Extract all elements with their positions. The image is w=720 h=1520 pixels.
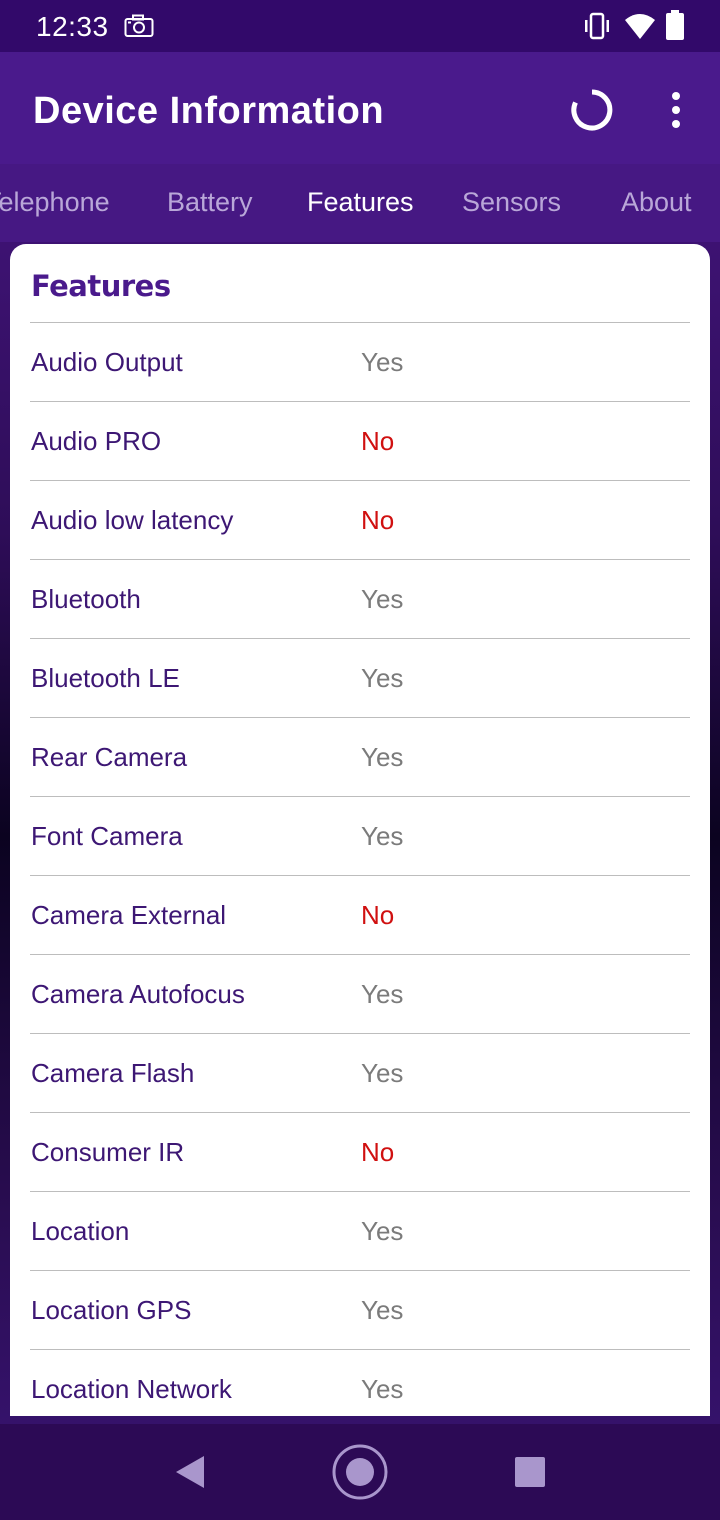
feature-row: Audio Output Yes	[10, 323, 710, 402]
feature-row: Location Yes	[10, 1192, 710, 1271]
feature-label: Camera Flash	[31, 1058, 195, 1088]
tab-telephone[interactable]: Telephone	[0, 184, 110, 220]
features-card: Features Audio Output Yes Audio PRO No A…	[10, 244, 710, 1416]
feature-row: Bluetooth LE Yes	[10, 639, 710, 718]
feature-row: Camera Autofocus Yes	[10, 955, 710, 1034]
feature-row: Audio PRO No	[10, 402, 710, 481]
app-bar: Device Information	[0, 52, 720, 164]
feature-label: Camera External	[31, 900, 227, 930]
feature-label: Bluetooth LE	[31, 663, 180, 693]
tab-features[interactable]: Features	[307, 184, 414, 220]
refresh-icon[interactable]	[568, 86, 616, 134]
tab-sensors[interactable]: Sensors	[462, 184, 561, 220]
status-bar: 12:33	[0, 0, 720, 52]
feature-value: No	[361, 505, 395, 535]
feature-label: Audio Output	[31, 347, 183, 377]
feature-row: Consumer IR No	[10, 1113, 710, 1192]
feature-value: No	[361, 1137, 395, 1167]
feature-label: Consumer IR	[31, 1137, 185, 1167]
tab-battery[interactable]: Battery	[167, 184, 253, 220]
tab-about[interactable]: About	[621, 184, 692, 220]
feature-label: Audio low latency	[31, 505, 234, 535]
feature-value: Yes	[361, 979, 404, 1009]
feature-value: Yes	[361, 821, 404, 851]
feature-label: Audio PRO	[31, 426, 162, 456]
feature-row: Bluetooth Yes	[10, 560, 710, 639]
card-title: Features	[31, 269, 171, 303]
feature-row: Font Camera Yes	[10, 797, 710, 876]
battery-icon	[666, 10, 684, 40]
feature-value: No	[361, 426, 395, 456]
feature-value: Yes	[361, 663, 404, 693]
feature-value: Yes	[361, 1295, 404, 1325]
feature-value: Yes	[361, 584, 404, 614]
feature-row: Camera Flash Yes	[10, 1034, 710, 1113]
feature-value: Yes	[361, 347, 404, 377]
camera-icon	[124, 14, 154, 37]
feature-row: Rear Camera Yes	[10, 718, 710, 797]
tab-bar: Telephone Battery Features Sensors About	[0, 164, 720, 242]
wifi-icon	[625, 14, 655, 39]
feature-row: Location GPS Yes	[10, 1271, 710, 1350]
feature-label: Location GPS	[31, 1295, 192, 1325]
more-vert-icon[interactable]	[656, 86, 696, 134]
back-icon[interactable]	[172, 1454, 206, 1490]
feature-label: Bluetooth	[31, 584, 141, 614]
feature-value: No	[361, 900, 395, 930]
navigation-bar	[0, 1424, 720, 1520]
feature-value: Yes	[361, 1058, 404, 1088]
feature-row: Location Network Yes	[10, 1350, 710, 1416]
vibrate-icon	[585, 12, 609, 40]
feature-value: Yes	[361, 742, 404, 772]
home-icon[interactable]	[331, 1443, 389, 1501]
feature-value: Yes	[361, 1216, 404, 1246]
feature-row: Audio low latency No	[10, 481, 710, 560]
feature-label: Font Camera	[31, 821, 183, 851]
feature-label: Location	[31, 1216, 130, 1246]
feature-label: Location Network	[31, 1374, 232, 1404]
feature-label: Camera Autofocus	[31, 979, 245, 1009]
page-title: Device Information	[33, 90, 385, 132]
feature-row: Camera External No	[10, 876, 710, 955]
recents-icon[interactable]	[514, 1456, 546, 1488]
feature-label: Rear Camera	[31, 742, 188, 772]
status-time: 12:33	[36, 11, 109, 42]
feature-value: Yes	[361, 1374, 404, 1404]
